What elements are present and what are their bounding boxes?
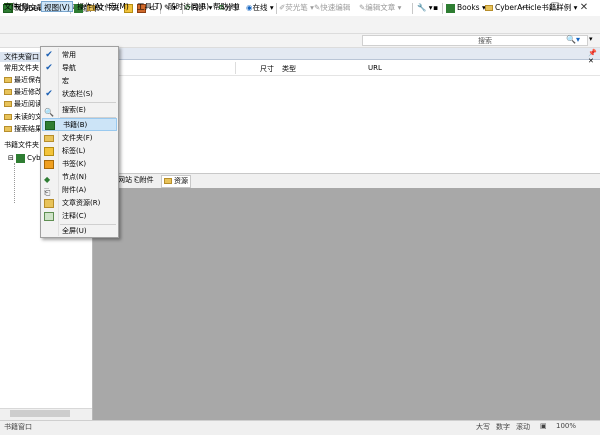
library-dropdown[interactable]: CyberArticle书籍样例 ▾ [485, 2, 577, 14]
folder-icon [4, 126, 12, 132]
menu-item-node[interactable]: ◆ 节点(N) [42, 171, 117, 184]
menu-help[interactable]: 帮助(H) [213, 1, 240, 12]
zoom-out-icon[interactable]: ▣ [540, 422, 547, 430]
check-icon: ✔ [45, 63, 53, 73]
menu-item-folder[interactable]: 文件夹(F) [42, 132, 117, 145]
check-icon: ✔ [45, 50, 53, 60]
column-size[interactable]: 尺寸 [260, 64, 274, 74]
column-url[interactable]: URL [368, 64, 382, 72]
status-caps: 大写 [476, 423, 490, 431]
wrench-icon: 🔧 [417, 3, 427, 12]
tree-line [14, 163, 16, 203]
more-icon[interactable]: ▪ [433, 2, 438, 14]
attachment-icon: ⎗ [44, 188, 51, 197]
menu-item-macro[interactable]: 宏 [42, 75, 117, 88]
tree-root[interactable]: ⊟ Cyb [8, 153, 41, 163]
toolbar-separator [276, 3, 277, 14]
folder-icon [4, 101, 12, 107]
menu-item-resource[interactable]: 文章资源(R) [42, 197, 117, 210]
books-icon [446, 3, 455, 13]
view-menu-dropdown: ✔ 常用 ✔ 导航 宏 ✔ 状态栏(S) 🔍 搜索(E) 书籍(B) 文件夹(F… [40, 46, 119, 238]
highlighter-button[interactable]: ✐荧光笔 ▾ [279, 2, 314, 14]
menu-item-search[interactable]: 🔍 搜索(E) [42, 104, 117, 117]
note-icon [44, 212, 54, 221]
check-icon: ✔ [45, 89, 53, 99]
menu-item-fullscreen[interactable]: 全屏(U) [42, 225, 117, 238]
bookmark-icon [44, 160, 54, 169]
folder-icon [44, 135, 54, 142]
column-divider [235, 62, 236, 74]
menu-item-common[interactable]: ✔ 常用 [42, 49, 117, 62]
tab-resource[interactable]: 资源 [161, 175, 191, 188]
resource-icon [44, 199, 54, 208]
list-item[interactable]: 最近阅读 [4, 99, 42, 109]
toolbar [0, 16, 600, 34]
article-list-header [93, 48, 600, 60]
header-underline [93, 75, 600, 76]
toolbar-separator [412, 3, 413, 14]
folder-icon [4, 89, 12, 95]
menu-tools[interactable]: 工具(T) [137, 1, 162, 12]
status-bar [0, 420, 600, 435]
folder-icon [4, 77, 12, 83]
menu-item-tag[interactable]: 标签(L) [42, 145, 117, 158]
zoom-level: 100% [556, 422, 577, 430]
status-scroll: 滚动 [516, 423, 530, 431]
status-num: 数字 [496, 423, 510, 431]
tools-button[interactable]: 🔧 ▾ [417, 2, 433, 14]
pin-icon[interactable]: 📌✕ [588, 49, 600, 65]
status-text: 书籍窗口 [4, 423, 32, 431]
folder-icon [485, 5, 493, 11]
books-icon [45, 121, 55, 130]
toolbar-separator [442, 3, 443, 14]
menu-view[interactable]: 视图(V) [41, 1, 73, 12]
tab-attachment[interactable]: ⎗附件 [134, 175, 154, 186]
menu-item-bookmark[interactable]: 书签(K) [42, 158, 117, 171]
online-button[interactable]: ◉在线 ▾ [246, 2, 274, 14]
edit-article-button[interactable]: ✎编辑文章 ▾ [359, 2, 401, 14]
search-input[interactable] [362, 35, 588, 46]
column-type[interactable]: 类型 [282, 64, 296, 74]
books-dropdown[interactable]: Books ▾ [446, 2, 486, 14]
node-icon: ◆ [44, 175, 51, 184]
resource-icon [164, 178, 172, 184]
scrollbar-thumb[interactable] [10, 410, 70, 417]
menu-quick-access[interactable]: 随时访问(R) [168, 1, 209, 12]
menu-item-attachment[interactable]: ⎗ 附件(A) [42, 184, 117, 197]
tag-icon [44, 147, 54, 156]
menu-macro[interactable]: 宏(M) [109, 1, 129, 12]
search-label: 搜索 [478, 37, 492, 45]
quick-edit-button[interactable]: ✎快速编辑 [314, 2, 350, 14]
menu-action[interactable]: 操作(A) [77, 1, 103, 12]
list-item[interactable]: 最近修改 [4, 87, 42, 97]
menu-separator [60, 102, 116, 103]
search-icon: 🔍 [44, 108, 54, 117]
search-options-icon[interactable]: ▾ [589, 35, 593, 43]
folder-icon [4, 114, 12, 120]
menu-item-statusbar[interactable]: ✔ 状态栏(S) [42, 88, 117, 101]
expand-icon: ⊟ [8, 154, 14, 162]
list-item[interactable]: 最近保存 [4, 75, 42, 85]
menu-item-note[interactable]: 注释(C) [42, 210, 117, 223]
tab-website[interactable]: 网站 [118, 175, 132, 186]
search-icon[interactable]: 🔍▾ [566, 35, 580, 44]
menu-item-navigation[interactable]: ✔ 导航 [42, 62, 117, 75]
menu-item-books[interactable]: 书籍(B) [42, 118, 117, 131]
list-item[interactable]: 搜索结果 [4, 124, 42, 134]
books-icon [16, 153, 26, 163]
menu-file[interactable]: 文件(F) [4, 1, 29, 12]
preview-area [93, 188, 600, 420]
